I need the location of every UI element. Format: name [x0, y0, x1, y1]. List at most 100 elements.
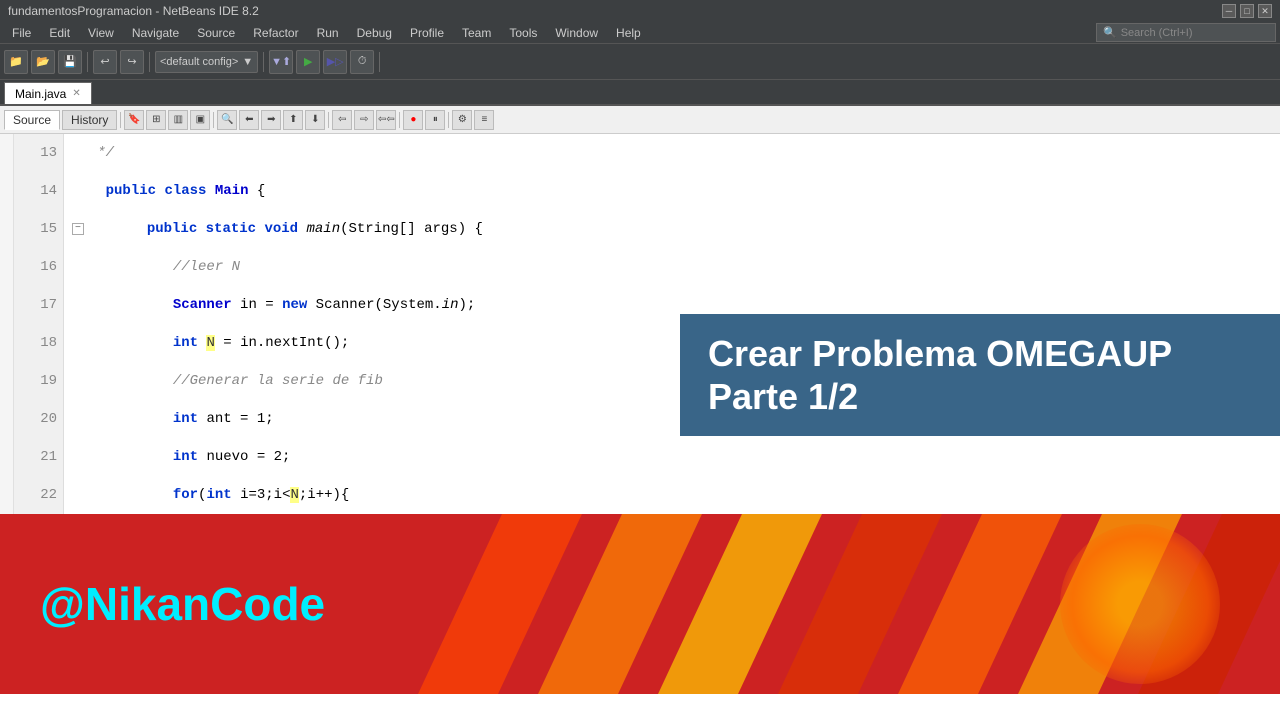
menu-edit[interactable]: Edit: [41, 24, 78, 42]
gutter-21: [0, 438, 13, 476]
menu-profile[interactable]: Profile: [402, 24, 452, 42]
overlay-line2: Parte 1/2: [708, 375, 1252, 418]
code-text-18: int N = in.nextInt();: [72, 324, 349, 362]
config-dropdown[interactable]: <default config> ▼: [155, 51, 258, 73]
magnify-button[interactable]: 🔍: [217, 110, 237, 130]
toggle-button[interactable]: ⬇: [305, 110, 325, 130]
decorative-circle: [1060, 524, 1220, 684]
menu-bar: File Edit View Navigate Source Refactor …: [0, 22, 1280, 44]
source-toolbar: Source History 🔖 ⊞ ▥ ▣ 🔍 ⬅ ➡ ⬆ ⬇ ⇦ ⇨ ⇦⇦ …: [0, 106, 1280, 134]
code-text-21: int nuevo = 2;: [72, 438, 290, 476]
deploy-button[interactable]: ⚙: [452, 110, 472, 130]
app-title: fundamentosProgramacion - NetBeans IDE 8…: [8, 4, 259, 18]
gutter-19: [0, 362, 13, 400]
menu-debug[interactable]: Debug: [349, 24, 400, 42]
search-bar[interactable]: 🔍 Search (Ctrl+I): [1096, 23, 1276, 42]
menu-navigate[interactable]: Navigate: [124, 24, 187, 42]
close-button[interactable]: ✕: [1258, 4, 1272, 18]
pause-button[interactable]: ⏸: [425, 110, 445, 130]
toolbar: 📁 📂 💾 ↩ ↪ <default config> ▼ ▼⬆ ▶ ▶▷ ⏱: [0, 44, 1280, 80]
next-occurrence-button[interactable]: ➡: [261, 110, 281, 130]
sep3: [263, 52, 264, 72]
code-comment-13: */: [72, 134, 114, 172]
channel-handle: @NikanCode: [0, 577, 325, 631]
code-line-22: for(int i=3;i<N;i++){: [72, 476, 1272, 514]
sep8: [399, 112, 400, 128]
code-text-17: Scanner in = new Scanner(System.in);: [72, 286, 475, 324]
sep7: [328, 112, 329, 128]
code-line-14: public class Main {: [72, 172, 1272, 210]
menu-file[interactable]: File: [4, 24, 39, 42]
source-tab-history[interactable]: History: [62, 110, 117, 130]
overlay-banner: Crear Problema OMEGAUP Parte 1/2: [680, 314, 1280, 436]
sep2: [149, 52, 150, 72]
tab-label: Main.java: [15, 87, 66, 101]
menu-team[interactable]: Team: [454, 24, 499, 42]
minimize-button[interactable]: ─: [1222, 4, 1236, 18]
bottom-banner: @NikanCode: [0, 514, 1280, 694]
redo-button[interactable]: ↪: [120, 50, 144, 74]
debug-project-button[interactable]: ▶▷: [323, 50, 347, 74]
menu-source[interactable]: Source: [189, 24, 243, 42]
gutter-17: [0, 286, 13, 324]
gutter-14: [0, 172, 13, 210]
menu-help[interactable]: Help: [608, 24, 649, 42]
save-button[interactable]: 💾: [58, 50, 82, 74]
toggle-comment-button[interactable]: ⇨: [354, 110, 374, 130]
sep9: [448, 112, 449, 128]
code-line-16: //leer N: [72, 248, 1272, 286]
sep6: [213, 112, 214, 128]
source-tab-source[interactable]: Source: [4, 110, 60, 130]
stop-button[interactable]: ●: [403, 110, 423, 130]
dropdown-arrow-icon: ▼: [242, 56, 253, 68]
toolbar-btn-1[interactable]: ⊞: [146, 110, 166, 130]
toggle-bookmarks-button[interactable]: 🔖: [124, 110, 144, 130]
code-text-20: int ant = 1;: [72, 400, 274, 438]
code-comment-16: //leer N: [72, 248, 240, 286]
toolbar-btn-2[interactable]: ▥: [168, 110, 188, 130]
new-project-button[interactable]: 📁: [4, 50, 28, 74]
gutter-15: [0, 210, 13, 248]
run-project-button[interactable]: ▶: [296, 50, 320, 74]
code-comment-19: //Generar la serie de fib: [72, 362, 383, 400]
fix-imports-button[interactable]: ⇦: [332, 110, 352, 130]
decorative-stripes: [380, 514, 1280, 694]
shift-left-button[interactable]: ⇦⇦: [376, 110, 396, 130]
gutter: [0, 134, 14, 514]
sep4: [379, 52, 380, 72]
gutter-20: [0, 400, 13, 438]
undo-button[interactable]: ↩: [93, 50, 117, 74]
code-line-21: int nuevo = 2;: [72, 438, 1272, 476]
code-text-15: public static void main(String[] args) {: [88, 210, 483, 248]
gutter-22: [0, 476, 13, 514]
maximize-button[interactable]: □: [1240, 4, 1254, 18]
title-bar: fundamentosProgramacion - NetBeans IDE 8…: [0, 0, 1280, 22]
run-build-button[interactable]: ▼⬆: [269, 50, 293, 74]
open-button[interactable]: 📂: [31, 50, 55, 74]
gutter-16: [0, 248, 13, 286]
prev-occurrence-button[interactable]: ⬅: [239, 110, 259, 130]
code-line-15: − public static void main(String[] args)…: [72, 210, 1272, 248]
window-controls[interactable]: ─ □ ✕: [1222, 4, 1272, 18]
toolbar-btn-3[interactable]: ▣: [190, 110, 210, 130]
menu-run[interactable]: Run: [309, 24, 347, 42]
editor-area: 13 14 15 16 17 18 19 20 21 22 */ public …: [0, 134, 1280, 514]
menu-refactor[interactable]: Refactor: [245, 24, 306, 42]
tab-bar: Main.java ✕: [0, 80, 1280, 106]
gutter-13: [0, 134, 13, 172]
line-numbers: 13 14 15 16 17 18 19 20 21 22: [14, 134, 64, 514]
menu-window[interactable]: Window: [547, 24, 606, 42]
tab-close-icon[interactable]: ✕: [72, 88, 80, 99]
sep1: [87, 52, 88, 72]
code-text-14: public class Main {: [72, 172, 265, 210]
find-usages-button[interactable]: ⬆: [283, 110, 303, 130]
tab-main-java[interactable]: Main.java ✕: [4, 82, 92, 104]
tools-btn[interactable]: ≡: [474, 110, 494, 130]
profile-project-button[interactable]: ⏱: [350, 50, 374, 74]
overlay-line1: Crear Problema OMEGAUP: [708, 332, 1252, 375]
menu-view[interactable]: View: [80, 24, 122, 42]
fold-icon-15[interactable]: −: [72, 223, 84, 235]
code-line-13: */: [72, 134, 1272, 172]
menu-tools[interactable]: Tools: [501, 24, 545, 42]
gutter-18: [0, 324, 13, 362]
